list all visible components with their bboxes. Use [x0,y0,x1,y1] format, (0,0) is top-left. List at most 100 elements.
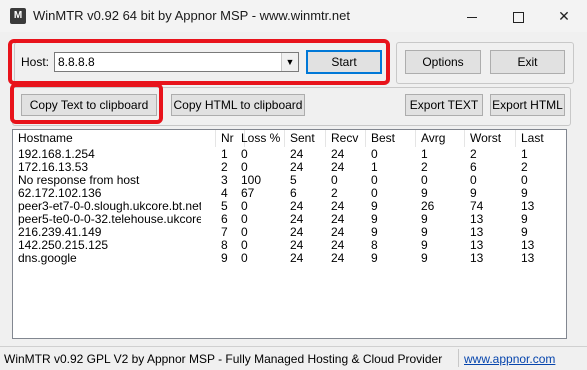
window-title: WinMTR v0.92 64 bit by Appnor MSP - www.… [33,8,350,23]
cell-loss: 0 [241,226,248,239]
cell-hostname: dns.google [18,252,77,265]
cell-sent: 24 [290,239,304,252]
cell-avrg: 9 [421,226,428,239]
cell-last: 13 [521,239,535,252]
table-row[interactable]: peer3-et7-0-0.slough.ukcore.bt.net 5 0 2… [13,200,566,213]
cell-best: 8 [371,239,378,252]
close-button[interactable]: ✕ [541,0,587,32]
cell-hostname: 142.250.215.125 [18,239,109,252]
cell-loss: 0 [241,252,248,265]
cell-sent: 24 [290,200,304,213]
table-body: 192.168.1.254 1 0 24 24 0 1 2 1 172.16.1… [13,148,566,265]
cell-last: 0 [521,174,528,187]
highlight-box-host [8,39,390,85]
cell-loss: 67 [241,187,255,200]
highlight-box-copy-text [10,83,163,124]
close-icon: ✕ [558,8,570,24]
cell-avrg: 2 [421,161,428,174]
cell-sent: 6 [290,187,297,200]
cell-worst: 13 [470,213,484,226]
minimize-icon [467,16,477,18]
cell-avrg: 9 [421,187,428,200]
column-header-avrg[interactable]: Avrg [416,130,465,147]
cell-worst: 2 [470,148,477,161]
table-row[interactable]: 172.16.13.53 2 0 24 24 1 2 6 2 [13,161,566,174]
cell-hostname: 172.16.13.53 [18,161,89,174]
cell-last: 9 [521,213,528,226]
maximize-button[interactable] [495,0,541,32]
cell-worst: 74 [470,200,484,213]
cell-best: 9 [371,226,378,239]
cell-sent: 24 [290,161,304,174]
table-row[interactable]: No response from host 3 100 5 0 0 0 0 0 [13,174,566,187]
cell-avrg: 9 [421,239,428,252]
table-row[interactable]: 62.172.102.136 4 67 6 2 0 9 9 9 [13,187,566,200]
minimize-button[interactable] [449,0,495,32]
status-bar: WinMTR v0.92 GPL V2 by Appnor MSP - Full… [0,346,587,370]
table-row[interactable]: 216.239.41.149 7 0 24 24 9 9 13 9 [13,226,566,239]
column-header-worst[interactable]: Worst [465,130,516,147]
cell-hostname: peer3-et7-0-0.slough.ukcore.bt.net [18,200,201,213]
cell-hostname: 192.168.1.254 [18,148,95,161]
column-header-recv[interactable]: Recv [326,130,366,147]
cell-best: 9 [371,213,378,226]
table-row[interactable]: 142.250.215.125 8 0 24 24 8 9 13 13 [13,239,566,252]
cell-worst: 0 [470,174,477,187]
cell-avrg: 9 [421,252,428,265]
cell-recv: 24 [331,200,345,213]
cell-recv: 24 [331,252,345,265]
app-icon: M [10,8,26,24]
column-header-hostname[interactable]: Hostname [13,130,216,147]
cell-sent: 24 [290,252,304,265]
cell-sent: 24 [290,213,304,226]
table-row[interactable]: 192.168.1.254 1 0 24 24 0 1 2 1 [13,148,566,161]
options-button[interactable]: Options [405,50,481,74]
cell-hostname: No response from host [18,174,140,187]
status-text: WinMTR v0.92 GPL V2 by Appnor MSP - Full… [4,352,443,366]
cell-sent: 24 [290,148,304,161]
cell-recv: 24 [331,239,345,252]
column-header-last[interactable]: Last [516,130,566,147]
cell-worst: 9 [470,187,477,200]
appnor-link[interactable]: www.appnor.com [464,352,555,366]
table-row[interactable]: peer5-te0-0-0-32.telehouse.ukcore.bt....… [13,213,566,226]
cell-worst: 13 [470,239,484,252]
cell-loss: 0 [241,213,248,226]
cell-best: 9 [371,200,378,213]
column-header-best[interactable]: Best [366,130,416,147]
cell-loss: 100 [241,174,262,187]
cell-best: 0 [371,187,378,200]
cell-last: 9 [521,226,528,239]
cell-worst: 6 [470,161,477,174]
cell-best: 9 [371,252,378,265]
cell-last: 1 [521,148,528,161]
cell-last: 2 [521,161,528,174]
cell-loss: 0 [241,148,248,161]
title-bar[interactable]: M WinMTR v0.92 64 bit by Appnor MSP - ww… [0,0,587,32]
cell-hostname: 62.172.102.136 [18,187,102,200]
results-table[interactable]: Hostname Nr Loss % Sent Recv Best Avrg W… [12,129,567,339]
copy-html-button[interactable]: Copy HTML to clipboard [171,94,305,116]
cell-sent: 5 [290,174,297,187]
cell-best: 0 [371,148,378,161]
cell-sent: 24 [290,226,304,239]
cell-avrg: 0 [421,174,428,187]
cell-worst: 13 [470,252,484,265]
table-header: Hostname Nr Loss % Sent Recv Best Avrg W… [13,130,566,147]
table-row[interactable]: dns.google 9 0 24 24 9 9 13 13 [13,252,566,265]
column-header-loss[interactable]: Loss % [236,130,285,147]
cell-last: 13 [521,200,535,213]
column-header-sent[interactable]: Sent [285,130,326,147]
cell-avrg: 26 [421,200,435,213]
cell-loss: 0 [241,200,248,213]
cell-last: 9 [521,187,528,200]
cell-recv: 24 [331,213,345,226]
export-html-button[interactable]: Export HTML [490,94,565,116]
cell-hostname: peer5-te0-0-0-32.telehouse.ukcore.bt.... [18,213,201,226]
cell-recv: 0 [331,174,338,187]
cell-last: 13 [521,252,535,265]
exit-button[interactable]: Exit [490,50,565,74]
cell-hostname: 216.239.41.149 [18,226,102,239]
cell-avrg: 9 [421,213,428,226]
export-text-button[interactable]: Export TEXT [405,94,483,116]
